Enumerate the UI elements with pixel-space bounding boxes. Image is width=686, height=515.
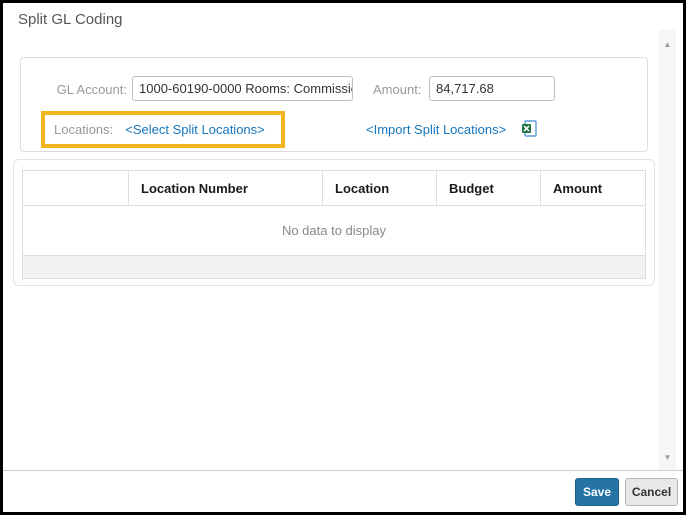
gl-account-input[interactable]: 1000-60190-0000 Rooms: Commission — [132, 76, 353, 101]
grid-header-location-number[interactable]: Location Number — [129, 171, 323, 205]
grid-header-spacer — [23, 171, 129, 205]
highlight-box: Locations: <Select Split Locations> — [41, 111, 285, 148]
import-split-locations-link[interactable]: <Import Split Locations> — [366, 122, 506, 137]
split-locations-grid-panel: Location Number Location Budget Amount N… — [13, 159, 655, 286]
save-button[interactable]: Save — [575, 478, 619, 506]
grid-header-location[interactable]: Location — [323, 171, 437, 205]
vertical-scrollbar[interactable]: ▲ ▼ — [659, 30, 676, 470]
grid-empty-message: No data to display — [23, 206, 645, 256]
select-split-locations-link[interactable]: <Select Split Locations> — [125, 122, 264, 137]
dialog-title: Split GL Coding — [18, 11, 123, 28]
amount-input[interactable]: 84,717.68 — [429, 76, 555, 101]
grid-header-row: Location Number Location Budget Amount — [23, 171, 645, 206]
amount-label: Amount: — [373, 82, 421, 97]
split-gl-coding-dialog: Split GL Coding GL Account: 1000-60190-0… — [0, 0, 686, 515]
gl-coding-form-panel: GL Account: 1000-60190-0000 Rooms: Commi… — [20, 57, 648, 152]
cancel-button[interactable]: Cancel — [625, 478, 678, 506]
grid-footer-bar — [23, 256, 645, 278]
locations-label: Locations: — [54, 122, 113, 137]
scroll-down-icon[interactable]: ▼ — [659, 449, 676, 466]
footer-divider — [3, 470, 683, 471]
grid-header-budget[interactable]: Budget — [437, 171, 541, 205]
split-locations-grid: Location Number Location Budget Amount N… — [22, 170, 646, 279]
excel-file-icon[interactable] — [521, 120, 538, 137]
scroll-up-icon[interactable]: ▲ — [659, 36, 676, 53]
gl-account-label: GL Account: — [41, 82, 127, 97]
grid-header-amount[interactable]: Amount — [541, 171, 645, 205]
